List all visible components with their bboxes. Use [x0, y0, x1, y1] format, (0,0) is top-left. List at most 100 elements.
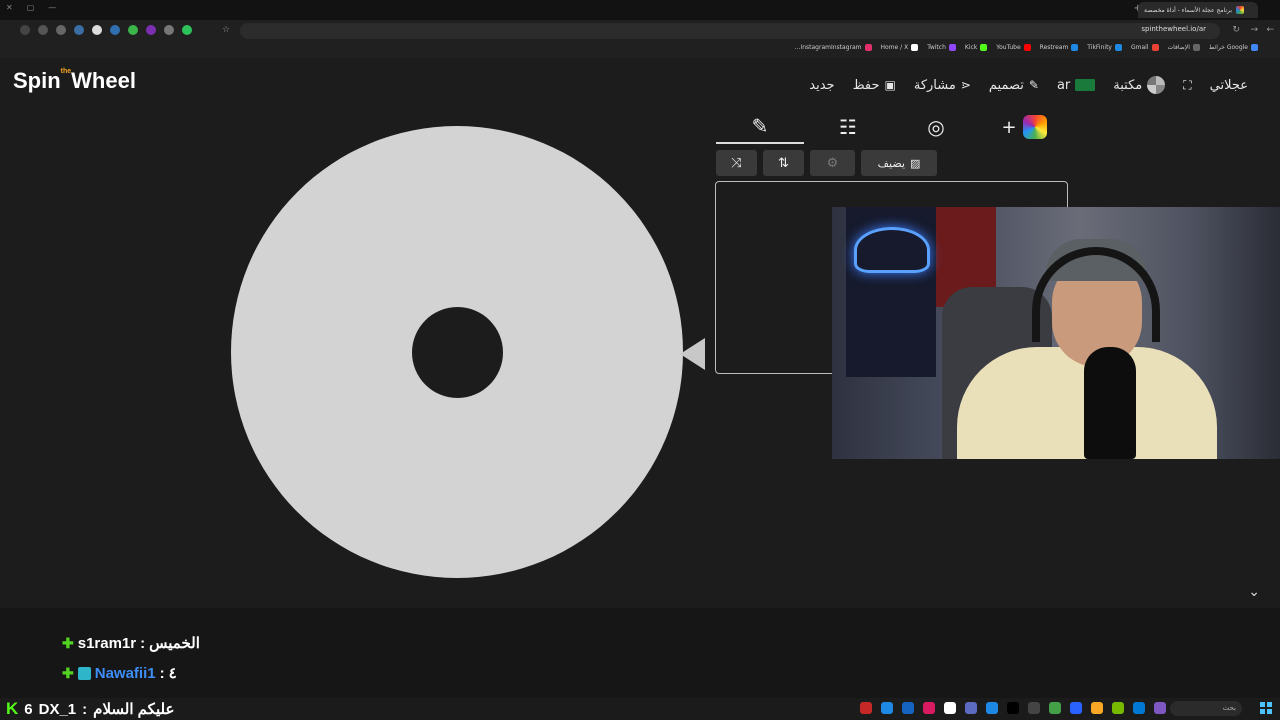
customize-button[interactable]: ✎ تصميم: [989, 78, 1039, 93]
windows-start-icon[interactable]: [1260, 702, 1272, 714]
shuffle-icon: ⤨: [731, 155, 742, 171]
extension-icon[interactable]: e: [56, 25, 66, 35]
add-image-button[interactable]: ▨ يضيف: [861, 150, 937, 176]
app-icon[interactable]: [902, 702, 914, 714]
bookmark-item[interactable]: Home / X: [881, 44, 919, 51]
bookmark-favicon-icon: [948, 44, 956, 51]
bookmark-label: Kick: [964, 44, 978, 51]
app-icon[interactable]: [1028, 702, 1040, 714]
app-icon[interactable]: [944, 702, 956, 714]
tab-favicon-icon: [1236, 6, 1245, 14]
chat-separator: :: [82, 700, 88, 718]
app-icon[interactable]: [860, 702, 872, 714]
tab-add-wheel[interactable]: +: [980, 110, 1068, 144]
bookmark-item[interactable]: Twitch: [927, 44, 956, 51]
tab-edit[interactable]: ✎: [716, 110, 804, 144]
chat-text: ٤: [168, 665, 177, 682]
bookmark-favicon-icon: [1071, 44, 1079, 51]
forward-icon[interactable]: →: [1250, 25, 1258, 35]
bookmark-favicon-icon: [1023, 44, 1031, 51]
chat-text: الخميس: [149, 635, 200, 652]
back-icon[interactable]: ←: [1266, 25, 1274, 35]
app-icon[interactable]: [1112, 702, 1124, 714]
diamond-badge-icon: ✚: [62, 664, 74, 681]
extension-icon[interactable]: e: [92, 25, 102, 35]
bookmark-item[interactable]: YouTube: [996, 44, 1031, 51]
bookmark-label: Home / X: [880, 44, 909, 51]
browser-tab-active[interactable]: برنامج عجلة الأسماء - أداة مخصصة: [1138, 2, 1258, 18]
extension-icon[interactable]: e: [146, 25, 156, 35]
chat-message: ✚ s1ram1r : الخميس: [62, 634, 200, 653]
app-icon[interactable]: [986, 702, 998, 714]
chat-username: Nawafii1: [94, 664, 156, 682]
app-icon[interactable]: [1133, 702, 1145, 714]
chrome-icon[interactable]: [1049, 702, 1061, 714]
wheel-pointer: [680, 338, 705, 370]
bookmark-item[interactable]: Kick: [964, 44, 988, 51]
fullscreen-icon: ⛶: [1183, 77, 1192, 92]
bookmark-label: TikFinity: [1087, 44, 1112, 51]
fullscreen-button[interactable]: ⛶: [1183, 78, 1191, 93]
tab-hidden[interactable]: ◎: [892, 110, 980, 144]
extension-icon[interactable]: e: [38, 25, 48, 35]
share-button[interactable]: ⋖ مشاركة: [914, 78, 971, 93]
bookmark-label: Restream: [1039, 44, 1069, 51]
bookmark-label: Google خرائط: [1208, 44, 1248, 51]
bookmarks-list: Google خرائط الإضافات Gmail TikFinity Restre…: [795, 44, 1258, 51]
logo-text-wheel: Wheel: [71, 68, 136, 93]
settings-button[interactable]: ⚙: [810, 150, 855, 176]
bookmark-label: YouTube: [996, 44, 1021, 51]
new-wheel-button[interactable]: جديد: [809, 78, 834, 93]
app-icon[interactable]: [1070, 702, 1082, 714]
entries-toolbar: ⤨ ⇅ ⚙ ▨ يضيف: [716, 150, 937, 176]
bookmark-item[interactable]: الإضافات: [1168, 44, 1200, 51]
stream-chat-overlay: ✚ s1ram1r : الخميس ✚ Nawafii1 : ٤: [0, 608, 1280, 698]
wheel-center-hub[interactable]: [412, 307, 503, 398]
extension-icon[interactable]: e: [128, 25, 138, 35]
microphone: [1084, 347, 1136, 459]
star-icon[interactable]: ☆: [222, 25, 230, 35]
extension-icon[interactable]: e: [20, 25, 30, 35]
app-icon[interactable]: [965, 702, 977, 714]
bookmark-label: Twitch: [927, 44, 946, 51]
chevron-down-icon[interactable]: ⌄: [1248, 584, 1260, 600]
editor-panel-tabs: ✎ ☷ ◎ +: [716, 110, 1068, 144]
saudi-flag-icon: [1075, 79, 1096, 91]
chat-username: DX_1: [38, 700, 77, 718]
site-logo[interactable]: SpintheWheel: [13, 68, 136, 94]
bookmark-item[interactable]: Gmail: [1131, 44, 1159, 51]
bookmark-item[interactable]: Google خرائط: [1209, 44, 1258, 51]
maximize-window-icon[interactable]: ▢: [27, 3, 35, 12]
my-wheels-link[interactable]: عجلاتي: [1210, 78, 1248, 93]
app-icon[interactable]: [881, 702, 893, 714]
shuffle-button[interactable]: ⤨: [716, 150, 757, 176]
library-link[interactable]: مكتبة: [1113, 76, 1166, 94]
save-icon: ▣: [884, 78, 896, 92]
bookmark-favicon-icon: [1192, 44, 1200, 51]
bookmark-label: الإضافات: [1167, 44, 1190, 51]
app-icon[interactable]: [1154, 702, 1166, 714]
minimize-window-icon[interactable]: —: [48, 3, 56, 12]
bookmark-item[interactable]: Restream: [1040, 44, 1079, 51]
bookmark-label: InstagramInstagram...: [794, 44, 862, 51]
bookmark-favicon-icon: [980, 44, 988, 51]
sort-button[interactable]: ⇅: [763, 150, 804, 176]
app-icon[interactable]: [923, 702, 935, 714]
close-window-icon[interactable]: ✕: [6, 3, 13, 12]
taskbar-search[interactable]: بحث: [1170, 701, 1242, 716]
bookmark-favicon-icon: [911, 44, 919, 51]
extension-icon[interactable]: e: [110, 25, 120, 35]
extension-icon[interactable]: e: [74, 25, 84, 35]
tiktok-icon[interactable]: [1007, 702, 1019, 714]
image-icon: ▨: [909, 156, 921, 170]
folder-icon[interactable]: [1091, 702, 1103, 714]
bookmark-item[interactable]: InstagramInstagram...: [795, 44, 872, 51]
reload-icon[interactable]: ↻: [1232, 25, 1240, 35]
tab-results[interactable]: ☷: [804, 110, 892, 144]
bookmark-item[interactable]: TikFinity: [1087, 44, 1122, 51]
save-button[interactable]: ▣ حفظ: [853, 78, 896, 93]
language-selector[interactable]: ar: [1057, 78, 1096, 93]
url-omnibox[interactable]: spinthewheel.io/ar: [240, 23, 1220, 39]
extension-icon[interactable]: e: [182, 25, 192, 35]
extension-icon[interactable]: e: [164, 25, 174, 35]
